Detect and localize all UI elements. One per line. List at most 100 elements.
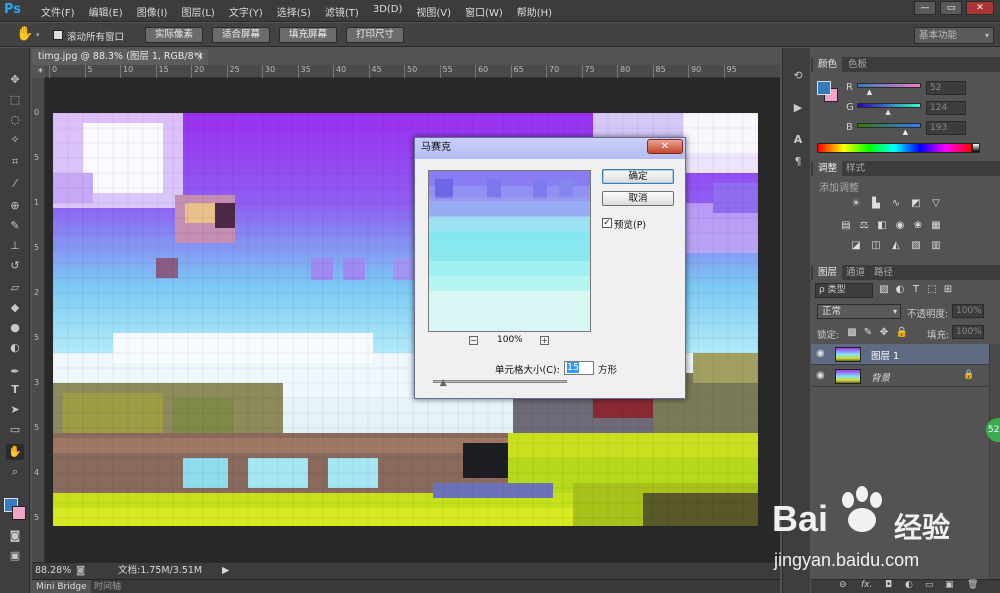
fill-screen-button[interactable]: 填充屏幕 bbox=[279, 27, 337, 43]
gradient-map-icon[interactable]: ▥ bbox=[929, 240, 943, 252]
path-select-icon[interactable]: ➤ bbox=[6, 402, 24, 418]
menu-layer[interactable]: 图层(L) bbox=[174, 4, 221, 19]
tab-layers[interactable]: 图层 bbox=[813, 265, 843, 280]
magic-wand-icon[interactable]: ✧ bbox=[6, 132, 24, 148]
curves-icon[interactable]: ∿ bbox=[889, 198, 903, 210]
preview-checkbox[interactable]: ✓ bbox=[602, 218, 612, 228]
cell-size-input[interactable]: 15 bbox=[564, 361, 594, 375]
eye-icon[interactable]: ◉ bbox=[816, 370, 825, 381]
grayscale-ramp[interactable] bbox=[972, 143, 980, 153]
actual-pixels-button[interactable]: 实际像素 bbox=[145, 27, 203, 43]
hand-icon[interactable]: ✋ bbox=[16, 26, 33, 42]
zoom-level[interactable]: 88.28% bbox=[35, 563, 71, 579]
brightness-icon[interactable]: ☀ bbox=[849, 198, 863, 210]
play-arrow-icon[interactable]: ▶ bbox=[222, 563, 229, 579]
tab-swatches[interactable]: 色板 bbox=[843, 57, 872, 72]
lock-transparent-icon[interactable]: ▩ bbox=[845, 327, 859, 339]
zoom-out-button[interactable]: − bbox=[469, 336, 478, 345]
black-white-icon[interactable]: ◧ bbox=[875, 220, 889, 232]
cancel-button[interactable]: 取消 bbox=[602, 191, 674, 206]
invert-icon[interactable]: ◪ bbox=[849, 240, 863, 252]
tab-color[interactable]: 颜色 bbox=[813, 57, 843, 72]
pen-icon[interactable]: ✒ bbox=[6, 364, 24, 380]
g-slider-thumb[interactable]: ▲ bbox=[885, 108, 890, 116]
stamp-icon[interactable]: ⊥ bbox=[6, 238, 24, 254]
layer-row-layer1[interactable]: ◉ 图层 1 bbox=[811, 344, 989, 365]
history-icon[interactable]: ⟲ bbox=[789, 68, 807, 84]
lock-position-icon[interactable]: ✥ bbox=[877, 327, 891, 339]
screen-mode-icon[interactable]: ▣ bbox=[6, 548, 24, 564]
blur-icon[interactable]: ● bbox=[6, 320, 24, 336]
dodge-icon[interactable]: ◐ bbox=[6, 340, 24, 356]
zoom-icon[interactable]: ⌕ bbox=[6, 464, 24, 480]
fit-screen-button[interactable]: 适合屏幕 bbox=[212, 27, 270, 43]
filter-type-icon[interactable]: T bbox=[909, 284, 923, 296]
type-icon[interactable]: T bbox=[6, 382, 24, 398]
move-icon[interactable]: ✥ bbox=[6, 72, 24, 88]
lock-all-icon[interactable]: 🔒 bbox=[895, 327, 909, 339]
hand-tool-icon[interactable]: ✋ bbox=[6, 444, 24, 460]
menu-filter[interactable]: 滤镜(T) bbox=[318, 4, 366, 19]
marquee-icon[interactable]: ⬚ bbox=[6, 92, 24, 108]
workspace-select[interactable]: 基本功能 ▾ bbox=[914, 27, 994, 44]
chevron-down-icon[interactable]: ▾ bbox=[36, 31, 40, 39]
r-value-input[interactable]: 52 bbox=[926, 81, 966, 95]
quick-mask-icon[interactable]: ◙ bbox=[6, 528, 24, 544]
tab-paths[interactable]: 路径 bbox=[869, 265, 898, 280]
paragraph-icon[interactable]: ¶ bbox=[789, 154, 807, 170]
menu-image[interactable]: 图像(I) bbox=[130, 4, 175, 19]
filter-shape-icon[interactable]: ⬚ bbox=[925, 284, 939, 296]
close-icon[interactable]: × bbox=[196, 49, 204, 65]
menu-select[interactable]: 选择(S) bbox=[270, 4, 318, 19]
tab-mini-bridge[interactable]: Mini Bridge bbox=[32, 580, 91, 593]
tab-timeline[interactable]: 时间轴 bbox=[90, 580, 125, 593]
filter-smart-icon[interactable]: ⊞ bbox=[941, 284, 955, 296]
layer-filter-select[interactable]: ρ 类型 bbox=[815, 283, 873, 298]
cell-size-slider[interactable] bbox=[433, 380, 567, 383]
restore-button[interactable]: ▭ bbox=[940, 1, 962, 15]
eraser-icon[interactable]: ▱ bbox=[6, 280, 24, 296]
close-window-button[interactable]: ✕ bbox=[966, 1, 994, 15]
zoom-in-button[interactable]: + bbox=[540, 336, 549, 345]
color-lookup-icon[interactable]: ▦ bbox=[929, 220, 943, 232]
menu-help[interactable]: 帮助(H) bbox=[510, 4, 559, 19]
opacity-input[interactable]: 100% bbox=[952, 304, 984, 318]
lasso-icon[interactable]: ◌ bbox=[6, 112, 24, 128]
menu-window[interactable]: 窗口(W) bbox=[458, 4, 510, 19]
scroll-all-checkbox[interactable] bbox=[53, 30, 63, 40]
layer-name[interactable]: 背景 bbox=[871, 370, 890, 384]
healing-icon[interactable]: ⊕ bbox=[6, 198, 24, 214]
color-spectrum[interactable] bbox=[817, 143, 972, 153]
menu-type[interactable]: 文字(Y) bbox=[222, 4, 270, 19]
minimize-button[interactable]: — bbox=[914, 1, 936, 15]
paint-bucket-icon[interactable]: ◆ bbox=[6, 300, 24, 316]
ok-button[interactable]: 确定 bbox=[602, 169, 674, 184]
vibrance-icon[interactable]: ▽ bbox=[929, 198, 943, 210]
actions-icon[interactable]: ▶ bbox=[789, 100, 807, 116]
fill-input[interactable]: 100% bbox=[952, 325, 984, 339]
color-balance-icon[interactable]: ⚖ bbox=[857, 220, 871, 232]
filter-adjust-icon[interactable]: ◐ bbox=[893, 284, 907, 296]
layer-name[interactable]: 图层 1 bbox=[871, 348, 899, 362]
hue-saturation-icon[interactable]: ▤ bbox=[839, 220, 853, 232]
posterize-icon[interactable]: ◫ bbox=[869, 240, 883, 252]
eyedropper-icon[interactable]: ⁄ bbox=[6, 176, 24, 192]
history-brush-icon[interactable]: ↺ bbox=[6, 258, 24, 274]
selective-color-icon[interactable]: ▧ bbox=[909, 240, 923, 252]
background-color-swatch[interactable] bbox=[12, 506, 26, 520]
menu-view[interactable]: 视图(V) bbox=[409, 4, 458, 19]
cell-size-slider-thumb[interactable]: ▲ bbox=[440, 378, 447, 388]
g-value-input[interactable]: 124 bbox=[926, 101, 966, 115]
menu-edit[interactable]: 编辑(E) bbox=[82, 4, 130, 19]
photo-filter-icon[interactable]: ◉ bbox=[893, 220, 907, 232]
tab-adjustments[interactable]: 调整 bbox=[813, 161, 843, 176]
menu-3d[interactable]: 3D(D) bbox=[366, 4, 410, 19]
crop-icon[interactable]: ⌗ bbox=[6, 154, 24, 170]
dialog-title-bar[interactable]: 马赛克 bbox=[415, 138, 685, 159]
dialog-close-button[interactable]: ✕ bbox=[647, 139, 683, 154]
layer-row-background[interactable]: ◉ 背景 🔒 bbox=[811, 366, 989, 387]
menu-file[interactable]: 文件(F) bbox=[34, 4, 82, 19]
filter-preview[interactable] bbox=[428, 170, 591, 332]
channel-mixer-icon[interactable]: ❀ bbox=[911, 220, 925, 232]
status-icon[interactable]: ◙ bbox=[76, 563, 85, 579]
